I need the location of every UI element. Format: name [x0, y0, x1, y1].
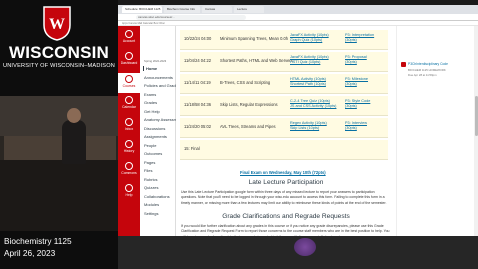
grade-clarifications-text: If you would like further clarification … [181, 224, 390, 236]
course-nav-announcements[interactable]: Announcements [144, 75, 173, 80]
lecture-hall-video [0, 96, 118, 231]
global-nav: Account Dashboard Courses Calendar Inbox… [118, 26, 140, 236]
course-nav: Spring 2022-2023 Home Announcements Poli… [140, 26, 184, 236]
right-rail: P3ChInterdisciplinary Code BIOCHEM 1125 … [396, 26, 478, 236]
course-nav-modules[interactable]: Modules [144, 202, 159, 207]
scrollbar[interactable] [474, 26, 478, 236]
term-label: Spring 2022-2023 [144, 59, 167, 63]
late-participation-heading: Late Lecture Participation [248, 179, 324, 186]
institution-subtitle: UNIVERSITY OF WISCONSIN–MADISON [2, 63, 116, 69]
browser-tab[interactable]: Biochem Course Info [164, 6, 200, 13]
address-bar: canvas.wisc.edu/courses/... [118, 14, 478, 21]
help-icon [125, 184, 133, 192]
course-nav-get-help[interactable]: Get Help [144, 109, 160, 114]
history-icon [125, 140, 133, 148]
calendar-icon [125, 96, 133, 104]
shared-screen: Schedule: BIOCHEM 1125 Biochem Course In… [118, 0, 478, 269]
dashboard-icon [125, 52, 133, 60]
browser-tab[interactable]: Lecture [234, 6, 264, 13]
todo-course: BIOCHEM 1125 HOMEWORK [408, 68, 446, 72]
assignment-icon [401, 62, 406, 67]
table-row: 11/18/58 04:36 Skip Lists, Regular Expre… [180, 96, 388, 116]
dashboard-nav[interactable]: Dashboard [118, 52, 140, 65]
course-nav-grades[interactable]: Grades [144, 100, 157, 105]
institution-title: WISCONSIN [8, 43, 110, 62]
uw-crest-logo: W [43, 6, 71, 41]
account-icon [125, 30, 133, 38]
url-input[interactable]: canvas.wisc.edu/courses/... [136, 15, 246, 20]
table-row: 10/22/24 04:00 Minimum Spanning Trees, M… [180, 30, 388, 50]
scroll-thumb[interactable] [474, 96, 478, 136]
course-nav-collaborations[interactable]: Collaborations [144, 194, 170, 199]
course-nav-assignments[interactable]: Assignments [144, 134, 167, 139]
course-nav-outcomes[interactable]: Outcomes [144, 151, 162, 156]
course-nav-rubrics[interactable]: Rubrics [144, 177, 158, 182]
course-nav-exams[interactable]: Exams [144, 92, 156, 97]
course-nav-discussions[interactable]: Discussions [144, 126, 165, 131]
table-row: 11/14/11 04:19 B-Trees, CSS and Scriptin… [180, 74, 388, 94]
browser-tab-strip: Schedule: BIOCHEM 1125 Biochem Course In… [118, 5, 478, 14]
course-label: Biochemistry 1125 [4, 236, 72, 246]
history-nav[interactable]: History [118, 140, 140, 153]
presenter-panel: W WISCONSIN UNIVERSITY OF WISCONSIN–MADI… [0, 0, 118, 269]
final-exam-link[interactable]: Final Exam on Wednesday, May 10th (72pts… [240, 170, 326, 175]
desktop-background [118, 236, 478, 269]
commons-nav[interactable]: Commons [118, 162, 140, 175]
course-nav-people[interactable]: People [144, 143, 156, 148]
todo-link[interactable]: P3ChInterdisciplinary Code [408, 62, 448, 66]
help-nav[interactable]: Help [118, 184, 140, 197]
courses-icon [125, 75, 133, 83]
page-content: 10/22/24 04:00 Minimum Spanning Trees, M… [176, 26, 396, 236]
course-nav-pages[interactable]: Pages [144, 160, 155, 165]
browser-logo-icon [294, 238, 316, 256]
calendar-nav[interactable]: Calendar [118, 96, 140, 109]
table-row: 11/24/20 05:02 AVL Trees, Streams and Pi… [180, 118, 388, 138]
presenter-figure [62, 120, 86, 164]
browser-tab[interactable]: Canvas [202, 6, 232, 13]
late-participation-text: Use this Late Lecture Participation goog… [181, 190, 387, 205]
lecture-date: April 26, 2023 [4, 248, 56, 258]
table-row: 11/04/24 04:22 Shortest Paths, HTML and … [180, 52, 388, 72]
browser-tab[interactable]: Schedule: BIOCHEM 1125 [122, 6, 162, 13]
course-nav-quizzes[interactable]: Quizzes [144, 185, 158, 190]
inbox-nav[interactable]: Inbox [118, 118, 140, 131]
account-nav[interactable]: Account [118, 30, 140, 43]
table-row: 15: Final [180, 140, 388, 160]
course-nav-home[interactable]: Home [143, 66, 157, 71]
commons-icon [125, 162, 133, 170]
svg-text:W: W [49, 16, 65, 33]
courses-nav[interactable]: Courses [118, 73, 140, 93]
course-nav-files[interactable]: Files [144, 168, 152, 173]
inbox-icon [125, 118, 133, 126]
grade-clarifications-heading: Grade Clarifications and Regrade Request… [222, 213, 350, 220]
todo-due: Due Apr 28 at 11:59pm [408, 73, 437, 77]
course-nav-settings[interactable]: Settings [144, 211, 158, 216]
